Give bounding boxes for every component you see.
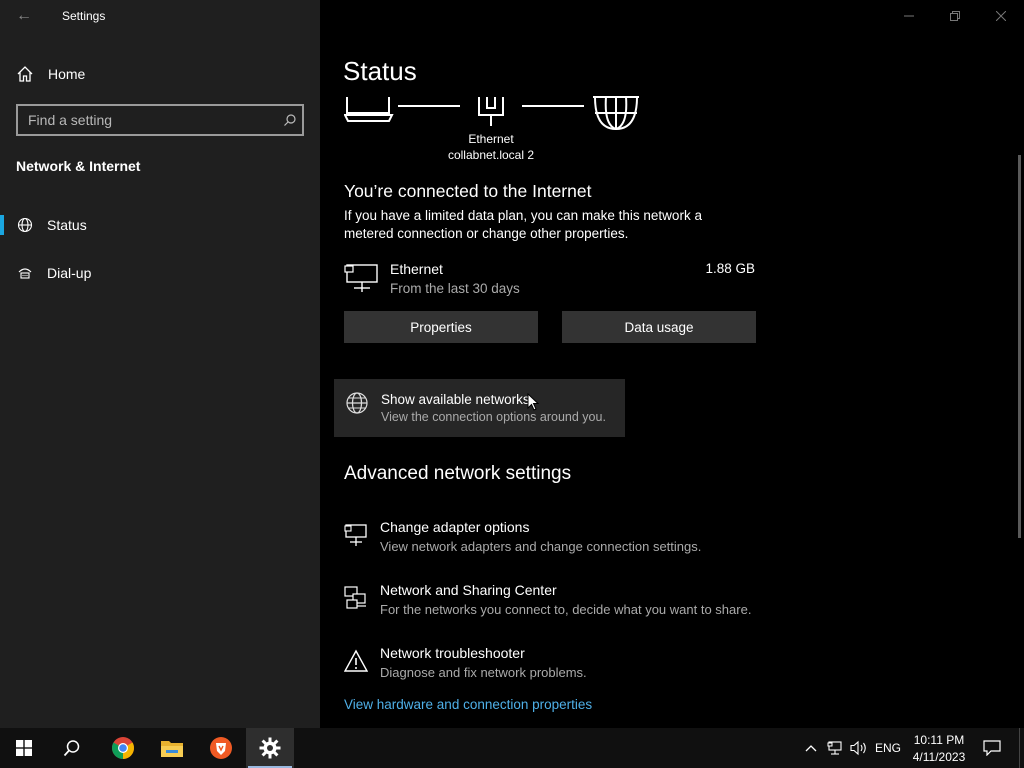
data-usage-button[interactable]: Data usage <box>562 311 756 343</box>
home-icon <box>16 65 34 83</box>
tray-volume-button[interactable] <box>847 728 871 768</box>
start-icon <box>16 740 32 756</box>
taskbar: ENG 10:11 PM 4/11/2023 <box>0 728 1024 768</box>
sidebar-item-label: Dial-up <box>47 265 92 281</box>
view-hardware-link[interactable]: View hardware and connection properties <box>344 697 592 712</box>
adapter-sub: From the last 30 days <box>390 281 520 296</box>
network-type-label: Ethernet <box>468 132 514 146</box>
chevron-up-icon <box>805 745 817 752</box>
page-title: Status <box>343 56 417 86</box>
adv-item-title: Network and Sharing Center <box>380 582 557 598</box>
sidebar-item-status[interactable]: Status <box>0 205 320 245</box>
sidebar-item-label: Status <box>47 217 87 233</box>
close-icon <box>996 11 1006 21</box>
adv-item-title: Network troubleshooter <box>380 645 525 661</box>
scrollbar[interactable] <box>1018 155 1021 538</box>
pc-icon <box>344 95 394 123</box>
data-usage-value: 1.88 GB <box>705 261 755 276</box>
connected-heading: You’re connected to the Internet <box>344 181 592 201</box>
action-center-button[interactable] <box>976 728 1008 768</box>
network-sharing-center[interactable]: Network and Sharing Center For the netwo… <box>344 582 774 626</box>
start-button[interactable] <box>0 728 48 768</box>
show-networks-sub: View the connection options around you. <box>381 410 606 424</box>
change-adapter-options[interactable]: Change adapter options View network adap… <box>344 519 774 563</box>
adapter-name: Ethernet <box>390 261 443 277</box>
taskbar-brave[interactable] <box>197 728 245 768</box>
back-button[interactable]: ← <box>10 4 38 28</box>
connection-line <box>398 105 460 107</box>
mouse-cursor-icon <box>527 393 539 411</box>
connected-desc-line2: metered connection or change other prope… <box>344 226 629 241</box>
advanced-heading: Advanced network settings <box>344 463 572 484</box>
notification-icon <box>983 740 1001 756</box>
settings-gear-icon <box>259 737 281 759</box>
adv-item-sub: Diagnose and fix network problems. <box>380 665 587 680</box>
adv-item-sub: For the networks you connect to, decide … <box>380 602 752 617</box>
show-networks-title: Show available networks <box>381 392 530 407</box>
sidebar-item-home[interactable]: Home <box>16 62 296 86</box>
taskbar-settings[interactable] <box>246 728 294 768</box>
file-explorer-icon <box>161 741 183 757</box>
sidebar-item-label: Home <box>48 66 86 82</box>
network-icon <box>827 741 842 755</box>
taskbar-search-button[interactable] <box>48 728 96 768</box>
show-available-networks[interactable]: Show available networks View the connect… <box>334 379 625 437</box>
search-icon[interactable] <box>278 106 302 134</box>
connected-desc-line1: If you have a limited data plan, you can… <box>344 208 702 223</box>
chrome-icon <box>112 737 134 759</box>
taskbar-chrome[interactable] <box>99 728 147 768</box>
adapter-icon <box>344 523 368 547</box>
sharing-center-icon <box>344 586 368 610</box>
ethernet-icon <box>476 95 506 127</box>
minimize-button[interactable] <box>886 0 932 32</box>
sidebar-item-dial-up[interactable]: Dial-up <box>0 253 320 293</box>
tray-language[interactable]: ENG <box>872 728 904 768</box>
search-box <box>16 104 304 136</box>
clock-date: 4/11/2023 <box>912 749 966 764</box>
adv-item-sub: View network adapters and change connect… <box>380 539 702 554</box>
search-input[interactable] <box>18 106 278 134</box>
taskbar-file-explorer[interactable] <box>148 728 196 768</box>
network-name-label: collabnet.local 2 <box>447 148 535 162</box>
properties-button[interactable]: Properties <box>344 311 538 343</box>
connection-line <box>522 105 584 107</box>
back-arrow-icon: ← <box>16 7 32 24</box>
dialup-icon <box>16 264 34 282</box>
volume-icon <box>850 740 866 756</box>
adv-item-title: Change adapter options <box>380 519 530 535</box>
restore-button[interactable] <box>932 0 978 32</box>
section-header: Network & Internet <box>16 158 141 174</box>
globe-icon <box>16 216 34 234</box>
ethernet-pc-icon <box>344 263 380 293</box>
minimize-icon <box>904 15 914 17</box>
warning-icon <box>344 649 368 673</box>
sidebar: ← Settings Home Network & Internet Statu… <box>0 0 320 728</box>
tray-clock[interactable]: 10:11 PM 4/11/2023 <box>905 728 973 768</box>
clock-time: 10:11 PM <box>913 732 965 747</box>
network-troubleshooter[interactable]: Network troubleshooter Diagnose and fix … <box>344 645 774 689</box>
close-button[interactable] <box>978 0 1024 32</box>
search-icon <box>63 740 80 757</box>
tray-overflow-button[interactable] <box>800 728 822 768</box>
restore-icon <box>950 11 960 21</box>
window-title: Settings <box>62 9 106 23</box>
internet-globe-icon <box>591 95 641 131</box>
show-desktop-button[interactable] <box>1019 728 1020 768</box>
globe-icon <box>345 392 369 416</box>
tray-network-button[interactable] <box>823 728 847 768</box>
brave-icon <box>210 737 232 759</box>
